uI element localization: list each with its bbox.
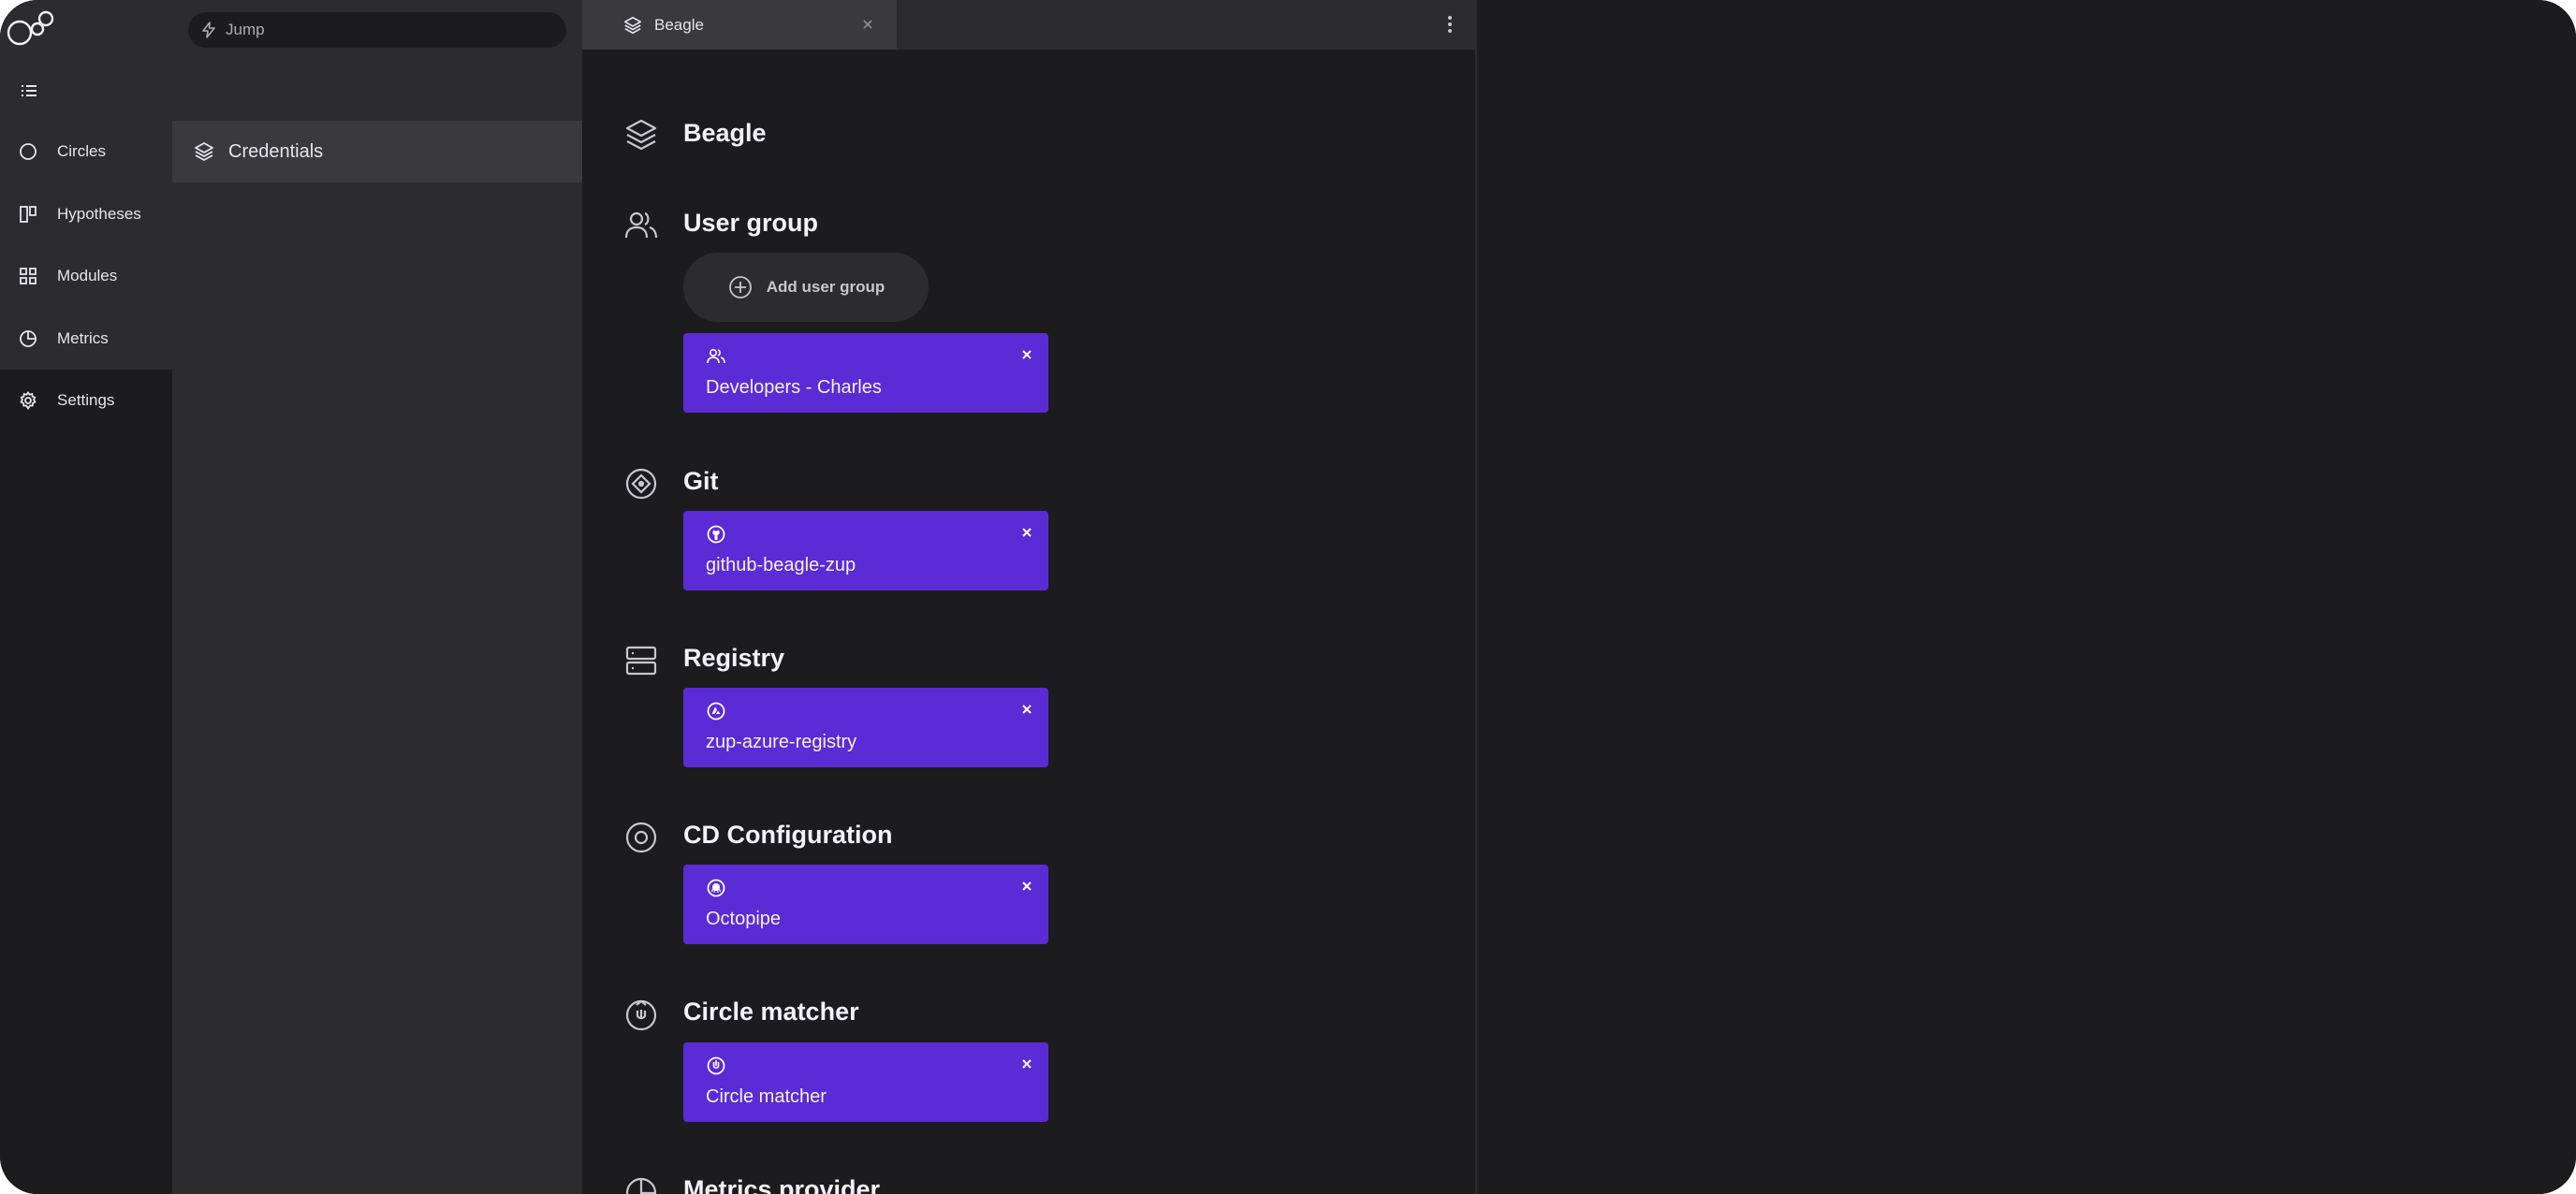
users-icon — [707, 348, 725, 364]
cd-configuration-card[interactable]: Octopipe — [683, 865, 1048, 944]
nav-item-settings[interactable]: Settings — [0, 370, 172, 431]
git-icon — [625, 468, 657, 500]
pie-chart-icon — [20, 330, 37, 347]
nav-item-label: Settings — [57, 391, 115, 409]
workspace-content: Beagle User group Add user group Develop… — [582, 50, 1475, 1194]
remove-icon[interactable] — [1017, 344, 1037, 365]
circle-matcher-card[interactable]: Circle matcher — [683, 1042, 1048, 1122]
list-item-credentials[interactable]: Credentials — [172, 121, 582, 182]
nav-item-circles[interactable]: Circles — [0, 121, 172, 182]
remove-icon[interactable] — [1017, 699, 1037, 720]
circle-matcher-icon — [707, 1056, 725, 1075]
layers-icon — [623, 16, 642, 34]
card-label: zup-azure-registry — [706, 732, 857, 752]
users-icon — [624, 211, 658, 239]
close-icon[interactable] — [857, 14, 878, 35]
octopipe-icon — [707, 879, 725, 897]
layers-icon — [625, 119, 657, 151]
server-icon — [625, 646, 657, 676]
registry-card[interactable]: zup-azure-registry — [683, 688, 1048, 767]
github-icon — [707, 525, 725, 544]
remove-icon[interactable] — [1017, 1054, 1037, 1074]
circle-icon — [20, 143, 37, 160]
add-user-group-button[interactable]: Add user group — [683, 253, 929, 322]
workspace-title: Beagle — [683, 119, 767, 147]
nav-item-label: Hypotheses — [57, 205, 141, 223]
user-group-card[interactable]: Developers - Charles — [683, 333, 1048, 413]
section-title-circle-matcher: Circle matcher — [683, 997, 859, 1026]
card-label: github-beagle-zup — [706, 555, 856, 575]
add-user-group-label: Add user group — [766, 278, 886, 296]
more-options-icon[interactable] — [1445, 12, 1455, 36]
nav-item-label: Metrics — [57, 329, 109, 347]
section-title-user-group: User group — [683, 209, 819, 237]
nav-item-metrics[interactable]: Metrics — [0, 308, 172, 370]
nav-item-modules[interactable]: Modules — [0, 245, 172, 307]
grid-icon — [20, 268, 37, 284]
jump-search[interactable]: Jump — [188, 12, 566, 48]
remove-icon[interactable] — [1017, 522, 1037, 543]
secondary-panel: Jump Credentials — [172, 0, 582, 1194]
board-icon — [20, 206, 37, 223]
tab-label: Beagle — [654, 15, 704, 34]
section-title-metrics-provider: Metrics provider — [683, 1175, 881, 1194]
pie-chart-icon — [625, 1177, 657, 1194]
jump-search-placeholder: Jump — [226, 21, 265, 38]
empty-pane — [1477, 0, 2576, 1194]
charles-logo-icon[interactable] — [5, 10, 55, 48]
gear-icon — [20, 390, 37, 411]
tab-beagle[interactable]: Beagle — [582, 0, 897, 50]
target-icon — [625, 822, 657, 853]
card-label: Developers - Charles — [706, 377, 882, 398]
app-window: Circles Hypotheses Modules Metrics Setti… — [0, 0, 2576, 1194]
circle-matcher-icon — [625, 999, 657, 1031]
nav-item-hypotheses[interactable]: Hypotheses — [0, 183, 172, 245]
tab-bar: Beagle — [582, 0, 1475, 50]
nav-lower-area — [0, 430, 172, 1194]
section-title-cd-configuration: CD Configuration — [683, 821, 893, 849]
layers-icon — [195, 142, 213, 161]
azure-icon — [707, 702, 725, 721]
nav-item-label: Circles — [57, 142, 106, 160]
section-title-git: Git — [683, 467, 719, 495]
section-title-registry: Registry — [683, 644, 785, 672]
lightning-icon — [202, 22, 215, 38]
list-item-label: Credentials — [228, 140, 324, 162]
card-label: Circle matcher — [706, 1086, 827, 1107]
plus-circle-icon — [728, 276, 752, 298]
main-nav: Circles Hypotheses Modules Metrics Setti… — [0, 0, 172, 431]
remove-icon[interactable] — [1017, 876, 1037, 896]
nav-item-label: Modules — [57, 267, 118, 284]
menu-list-icon[interactable] — [19, 80, 39, 101]
git-card[interactable]: github-beagle-zup — [683, 511, 1048, 590]
card-label: Octopipe — [706, 909, 782, 929]
